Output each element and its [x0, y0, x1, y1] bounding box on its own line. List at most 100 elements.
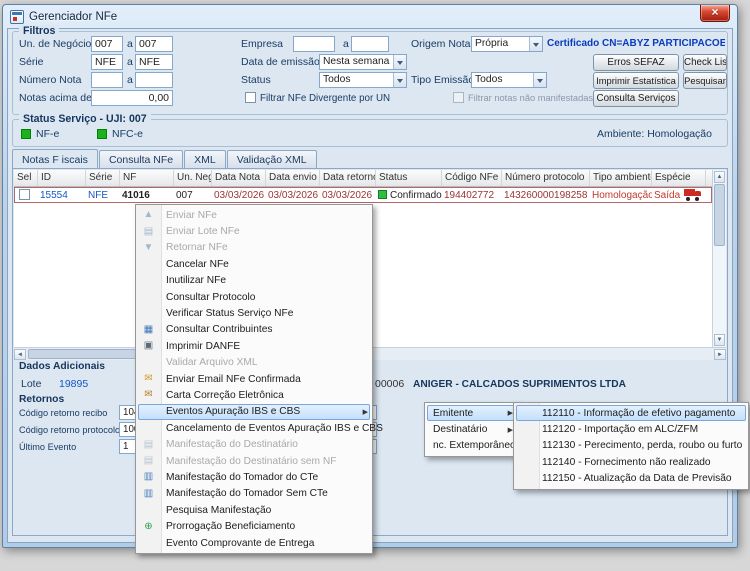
nfce-status-ok-icon — [97, 129, 107, 139]
submenu-emitente: Emitente▶Destinatário▶ nc. Extemporâneo — [424, 402, 518, 457]
menu-item-112140-fornecimento-n-o-realizado[interactable]: 112140 - Fornecimento não realizado — [514, 454, 748, 470]
notas-acima-label: Notas acima de — [19, 92, 92, 105]
menu-item-cancelamento-de-eventos-apura-o-ibs-e-cbs[interactable]: Cancelamento de Eventos Apuração IBS e C… — [136, 420, 372, 436]
menu-item-label: Consultar Contribuintes — [166, 324, 272, 335]
notas-acima-input[interactable] — [91, 90, 173, 106]
empresa-a-label: a — [343, 38, 349, 51]
tab-notas-f-iscais[interactable]: Notas F iscais — [12, 149, 98, 168]
menu-item-label: Manifestação do Destinatário sem NF — [166, 456, 336, 467]
check-list-button[interactable]: Check List — [683, 54, 727, 71]
tab-xml[interactable]: XML — [184, 150, 226, 168]
serie-a-label: a — [127, 56, 133, 69]
menu-item-consultar-protocolo[interactable]: Consultar Protocolo — [136, 289, 372, 305]
menu-item-manifesta-o-do-tomador-sem-cte[interactable]: ▥Manifestação do Tomador Sem CTe — [136, 486, 372, 502]
tab-valida-o-xml[interactable]: Validação XML — [227, 150, 317, 168]
data-emissao-select[interactable]: Nesta semana — [319, 54, 407, 70]
status-servico-groupbox: Status Serviço - UJI: 007 NF-e NFC-e Amb… — [12, 119, 728, 147]
menu-item-evento-comprovante-de-entrega[interactable]: Evento Comprovante de Entrega — [136, 535, 372, 551]
menu-item-label: Evento Comprovante de Entrega — [166, 538, 314, 549]
menu-item-inutilizar-nfe[interactable]: Inutilizar NFe — [136, 273, 372, 289]
menu-item-label: Manifestação do Destinatário — [166, 439, 298, 450]
filtrar-nao-manifestadas-checkbox — [453, 92, 464, 103]
status-value: Todos — [323, 74, 350, 85]
numero-nota-label: Número Nota — [19, 74, 81, 87]
desktop: { "window": {"title": "Gerenciador NFe",… — [0, 0, 750, 571]
nfe-status-label: NF-e — [36, 128, 59, 141]
menu-item-label: 112120 - Importação em ALC/ZFM — [542, 424, 698, 435]
status-servico-title: Status Serviço - UJI: 007 — [19, 113, 151, 126]
menu-item-label: Imprimir DANFE — [166, 341, 240, 352]
un-negocio-label: Un. de Negócio — [19, 38, 91, 51]
menu-item-emitente[interactable]: Emitente▶ — [425, 405, 517, 421]
menu-item-verificar-status-servi-o-nfe[interactable]: Verificar Status Serviço NFe — [136, 305, 372, 321]
chevron-down-icon[interactable] — [529, 37, 542, 51]
empresa-to-input[interactable] — [351, 36, 389, 52]
menu-item-label: Eventos Apuração IBS e CBS — [166, 406, 300, 417]
menu-item-label: nc. Extemporâneo — [433, 440, 516, 451]
consulta-servicos-button[interactable]: Consulta Serviços — [593, 90, 679, 107]
menu-item-imprimir-danfe[interactable]: ▣ Imprimir DANFE — [136, 338, 372, 354]
menu-item-label: Enviar Email NFe Confirmada — [166, 374, 301, 385]
menu-item-label: Enviar NFe — [166, 210, 217, 221]
menu-item-112120-importa-o-em-alc-zfm[interactable]: 112120 - Importação em ALC/ZFM — [514, 421, 748, 437]
menu-item-cancelar-nfe[interactable]: Cancelar NFe — [136, 256, 372, 272]
tipo-emissao-select[interactable]: Todos — [471, 72, 547, 88]
menu-item-manifesta-o-do-tomador-do-cte[interactable]: ▥Manifestação do Tomador do CTe — [136, 469, 372, 485]
tab-consulta-nfe[interactable]: Consulta NFe — [99, 150, 183, 168]
menu-item-112150-atualiza-o-da-data-de-previs-o[interactable]: 112150 - Atualização da Data de Previsão — [514, 471, 748, 487]
filtrar-divergente-checkbox[interactable] — [245, 92, 256, 103]
erros-sefaz-button[interactable]: Erros SEFAZ — [593, 54, 679, 71]
origem-nota-select[interactable]: Própria — [471, 36, 543, 52]
menu-item-label: Retornar NFe — [166, 242, 228, 253]
menu-item-prorroga-o-beneficiamento[interactable]: ⊕Prorrogação Beneficiamento — [136, 518, 372, 534]
serie-to-input[interactable] — [135, 54, 173, 70]
chevron-down-icon[interactable] — [393, 73, 406, 87]
chevron-down-icon[interactable] — [533, 73, 546, 87]
close-button[interactable]: × — [700, 5, 730, 22]
chevron-down-icon[interactable] — [393, 55, 406, 69]
un-a-label: a — [127, 38, 133, 51]
imprimir-estatistica-button[interactable]: Imprimir Estatística — [593, 72, 679, 89]
menu-item-label: 112130 - Perecimento, perda, roubo ou fu… — [542, 440, 742, 451]
menu-item-label: Carta Correção Eletrônica — [166, 390, 284, 401]
tomador-icon: ▥ — [140, 469, 157, 485]
menu-item-enviar-nfe: ▲ Enviar NFe — [136, 207, 372, 223]
status-filter-label: Status — [241, 74, 271, 87]
menu-item-nc-extempor-neo[interactable]: nc. Extemporâneo — [425, 438, 517, 454]
tomador-icon: ▥ — [140, 486, 157, 502]
un-negocio-from-input[interactable] — [91, 36, 123, 52]
menu-item-validar-arquivo-xml: Validar Arquivo XML — [136, 355, 372, 371]
empresa-from-input[interactable] — [293, 36, 335, 52]
titlebar[interactable]: Gerenciador NFe × — [7, 5, 733, 28]
un-negocio-to-input[interactable] — [135, 36, 173, 52]
menu-item-112110-informa-o-de-efetivo-pagamento[interactable]: 112110 - Informação de efetivo pagamento — [514, 405, 748, 421]
filters-title: Filtros — [19, 25, 59, 38]
filtrar-nao-manifestadas-label: Filtrar notas não manifestadas — [468, 92, 593, 105]
numero-nota-from-input[interactable] — [91, 72, 123, 88]
tabbar: Notas F iscaisConsulta NFeXMLValidação X… — [12, 150, 317, 168]
origem-nota-label: Origem Nota — [411, 38, 471, 51]
menu-item-manifesta-o-do-destinat-rio-sem-nf: ▤Manifestação do Destinatário sem NF — [136, 453, 372, 469]
menu-item-pesquisa-manifesta-o[interactable]: Pesquisa Manifestação — [136, 502, 372, 518]
tipo-emissao-label: Tipo Emissão — [411, 74, 474, 87]
send-nfe-icon: ▲ — [140, 207, 157, 223]
data-emissao-value: Nesta semana — [323, 56, 389, 67]
pesquisar-button[interactable]: Pesquisar — [683, 72, 727, 89]
numero-nota-to-input[interactable] — [135, 72, 173, 88]
menu-item-destinat-rio[interactable]: Destinatário▶ — [425, 421, 517, 437]
menu-item-enviar-lote-nfe: ▤Enviar Lote NFe — [136, 223, 372, 239]
menu-item-eventos-apura-o-ibs-e-cbs[interactable]: Eventos Apuração IBS e CBS ▶ — [136, 404, 372, 420]
tipo-emissao-value: Todos — [475, 74, 502, 85]
status-select[interactable]: Todos — [319, 72, 407, 88]
menu-item-carta-corre-o-eletr-nica[interactable]: ✉Carta Correção Eletrônica — [136, 387, 372, 403]
app-icon — [10, 10, 24, 24]
prorrogacao-icon: ⊕ — [140, 519, 157, 535]
print-icon: ▣ — [140, 338, 157, 354]
menu-item-112130-perecimento-perda-roubo-ou-furto[interactable]: 112130 - Perecimento, perda, roubo ou fu… — [514, 438, 748, 454]
menu-item-consultar-contribuintes[interactable]: ▦Consultar Contribuintes — [136, 322, 372, 338]
menu-item-enviar-email-nfe-confirmada[interactable]: ✉Enviar Email NFe Confirmada — [136, 371, 372, 387]
menu-item-retornar-nfe: ▼Retornar NFe — [136, 240, 372, 256]
submenu-arrow-icon: ▶ — [357, 408, 368, 416]
serie-from-input[interactable] — [91, 54, 123, 70]
menu-item-manifesta-o-do-destinat-rio: ▤Manifestação do Destinatário — [136, 436, 372, 452]
